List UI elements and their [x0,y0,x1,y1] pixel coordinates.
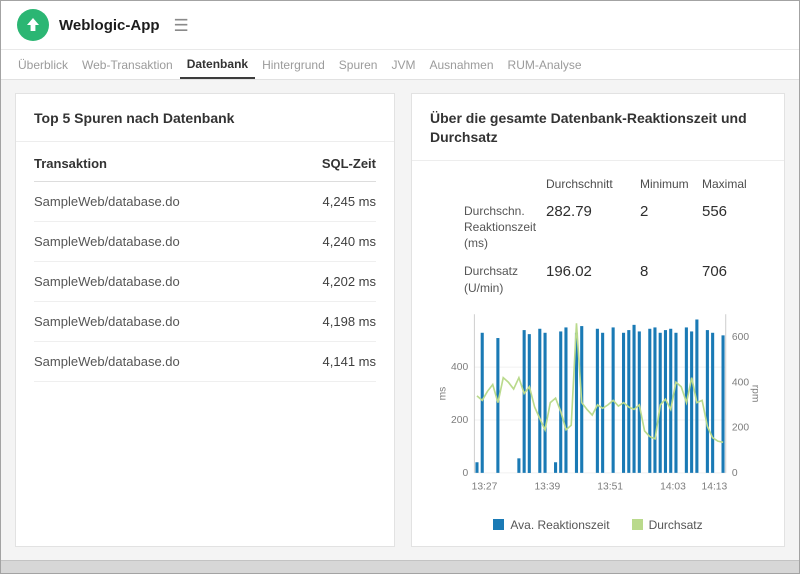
top-traces-title: Top 5 Spuren nach Datenbank [16,94,394,142]
stats-col-minimum: Minimum [640,177,696,191]
svg-text:14:13: 14:13 [702,481,728,492]
tab-ueberblick[interactable]: Überblick [11,50,75,79]
svg-text:13:39: 13:39 [534,481,560,492]
svg-text:200: 200 [451,415,468,426]
stat-label-reaktionszeit: Durchschn. Reaktionszeit (ms) [464,203,540,252]
transaction-name: SampleWeb/database.do [34,234,180,249]
svg-text:0: 0 [463,468,469,479]
svg-text:400: 400 [732,377,749,388]
stat-min-throughput: 8 [640,263,696,280]
tab-datenbank[interactable]: Datenbank [180,50,255,79]
dashboard-content: Top 5 Spuren nach Datenbank Transaktion … [1,80,799,560]
sql-time-value: 4,240 ms [323,234,376,249]
menu-icon[interactable]: ☰ [174,17,189,34]
sql-time-value: 4,245 ms [323,194,376,209]
table-row[interactable]: SampleWeb/database.do 4,141 ms [34,342,376,382]
tab-ausnahmen[interactable]: Ausnahmen [422,50,500,79]
stats-col-durchschnitt: Durchschnitt [546,177,634,191]
col-transaktion: Transaktion [34,156,107,171]
svg-text:0: 0 [732,468,738,479]
db-stats-table: Durchschnitt Minimum Maximal Durchschn. … [464,177,766,296]
tab-web-transaktion[interactable]: Web-Transaktion [75,50,180,79]
bottom-strip [1,560,799,573]
table-row[interactable]: SampleWeb/database.do 4,202 ms [34,262,376,302]
svg-text:13:51: 13:51 [597,481,623,492]
db-chart[interactable]: 0 200 400 0 200 400 600 13:27 13:39 13:51 14:03 14:… [412,306,784,512]
legend-label: Durchsatz [649,518,703,532]
stat-label-durchsatz: Durchsatz (U/min) [464,263,540,295]
tab-spuren[interactable]: Spuren [332,50,385,79]
stats-col-maximal: Maximal [702,177,766,191]
tab-rum-analyse[interactable]: RUM-Analyse [501,50,589,79]
svg-text:14:03: 14:03 [660,481,686,492]
table-row[interactable]: SampleWeb/database.do 4,245 ms [34,182,376,222]
app-header: Weblogic-App ☰ [1,1,799,49]
svg-text:rpm: rpm [750,384,761,402]
tab-jvm[interactable]: JVM [384,50,422,79]
svg-text:400: 400 [451,362,468,373]
transaction-name: SampleWeb/database.do [34,314,180,329]
stat-max-response: 556 [702,203,766,220]
traces-table-header: Transaktion SQL-Zeit [34,142,376,182]
legend-swatch-green [632,519,643,530]
transaction-name: SampleWeb/database.do [34,194,180,209]
transaction-name: SampleWeb/database.do [34,274,180,289]
legend-item-durchsatz[interactable]: Durchsatz [632,518,703,532]
transaction-name: SampleWeb/database.do [34,354,180,369]
table-row[interactable]: SampleWeb/database.do 4,240 ms [34,222,376,262]
svg-text:600: 600 [732,332,749,343]
sql-time-value: 4,202 ms [323,274,376,289]
svg-text:200: 200 [732,422,749,433]
tab-bar: Überblick Web-Transaktion Datenbank Hint… [1,49,799,80]
stat-avg-throughput: 196.02 [546,263,634,280]
stat-min-response: 2 [640,203,696,220]
app-title: Weblogic-App [59,17,160,34]
app-up-arrow-icon [17,9,49,41]
stat-max-throughput: 706 [702,263,766,280]
sql-time-value: 4,198 ms [323,314,376,329]
table-row[interactable]: SampleWeb/database.do 4,198 ms [34,302,376,342]
apm-dashboard: Weblogic-App ☰ Überblick Web-Transaktion… [0,0,800,574]
tab-hintergrund[interactable]: Hintergrund [255,50,332,79]
svg-text:13:27: 13:27 [472,481,498,492]
legend-label: Ava. Reaktionszeit [510,518,609,532]
svg-text:ms: ms [438,386,449,400]
sql-time-value: 4,141 ms [323,354,376,369]
col-sql-zeit: SQL-Zeit [322,156,376,171]
legend-swatch-blue [493,519,504,530]
legend-item-reaktionszeit[interactable]: Ava. Reaktionszeit [493,518,609,532]
stat-avg-response: 282.79 [546,203,634,220]
chart-legend: Ava. Reaktionszeit Durchsatz [412,518,784,532]
db-chart-svg[interactable]: 0 200 400 0 200 400 600 13:27 13:39 13:51 14:03 14:… [433,306,763,512]
traces-table: Transaktion SQL-Zeit SampleWeb/database.… [16,142,394,382]
top-traces-card: Top 5 Spuren nach Datenbank Transaktion … [15,93,395,547]
db-response-card: Über die gesamte Datenbank-Reaktionszeit… [411,93,785,547]
db-response-title: Über die gesamte Datenbank-Reaktionszeit… [412,94,784,161]
